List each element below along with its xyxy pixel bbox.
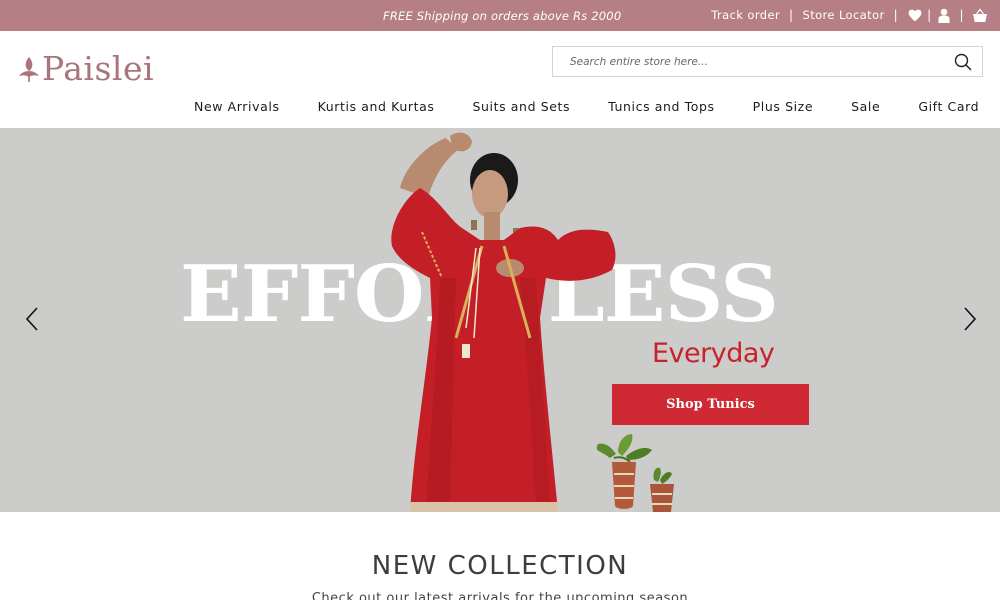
nav-item-plus-size[interactable]: Plus Size [753,99,813,114]
separator: | [927,8,932,22]
logo-wordmark: Paislei [42,49,155,88]
store-locator-link[interactable]: Store Locator [803,8,885,22]
carousel-next-arrow-icon[interactable] [961,306,977,332]
nav-item-tunics-and-tops[interactable]: Tunics and Tops [608,99,715,114]
paislei-logo[interactable]: Paislei [18,52,154,85]
track-order-link[interactable]: Track order [711,8,780,22]
hero-subheadline: Everyday [652,338,775,369]
wishlist-heart-icon[interactable] [907,7,923,23]
paisley-flourish-icon [19,56,39,82]
separator: | [789,8,794,22]
nav-item-new-arrivals[interactable]: New Arrivals [194,99,280,114]
shop-tunics-button[interactable]: Shop Tunics [612,384,809,425]
nav-item-suits-and-sets[interactable]: Suits and Sets [472,99,570,114]
search-box [552,46,983,77]
nav-item-sale[interactable]: Sale [851,99,880,114]
nav-item-gift-card[interactable]: Gift Card [918,99,979,114]
hero-banner[interactable]: EFFORTLESS Everyday Shop Tunics [0,128,1000,512]
search-input[interactable] [553,47,933,76]
potted-plants-image [596,434,674,512]
separator: | [959,8,964,22]
top-promo-bar: FREE Shipping on orders above Rs 2000 Tr… [0,0,1000,31]
main-navigation: New Arrivals Kurtis and Kurtas Suits and… [194,99,979,114]
account-user-icon[interactable] [936,7,952,23]
separator: | [893,8,899,22]
new-collection-title: NEW COLLECTION [371,551,629,581]
new-collection-subtitle: Check out our latest arrivals for the up… [311,591,689,600]
carousel-prev-arrow-icon[interactable] [25,306,41,332]
nav-item-kurtis-and-kurtas[interactable]: Kurtis and Kurtas [318,99,435,114]
top-links: Track order | Store Locator | | | [711,7,988,23]
free-shipping-promo: FREE Shipping on orders above Rs 2000 [383,9,622,23]
search-icon[interactable] [954,53,972,71]
shopping-cart-icon[interactable] [972,7,988,23]
